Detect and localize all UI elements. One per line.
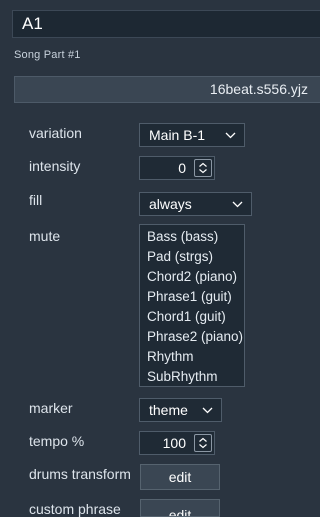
fill-label: fill — [29, 192, 43, 208]
chevron-down-icon — [231, 193, 243, 215]
mute-option[interactable]: Chord1 (guit) — [147, 307, 244, 327]
tempo-spinbox[interactable]: 100 — [139, 431, 215, 455]
mute-option[interactable]: Bass (bass) — [147, 227, 244, 247]
chevron-down-icon — [201, 399, 213, 421]
mute-option[interactable]: Rhythm — [147, 347, 244, 367]
custom-phrase-edit-button[interactable]: edit — [140, 499, 220, 517]
drums-transform-edit-button[interactable]: edit — [140, 464, 220, 490]
mute-option[interactable]: Pad (strgs) — [147, 247, 244, 267]
mute-option[interactable]: Chord2 (piano) — [147, 267, 244, 287]
marker-dropdown[interactable]: theme — [139, 398, 222, 422]
fill-value: always — [149, 196, 192, 212]
style-file-name: 16beat.s556.yjz — [209, 81, 308, 97]
updown-icon[interactable] — [194, 159, 212, 177]
mute-label: mute — [29, 228, 61, 244]
intensity-spinbox[interactable]: 0 — [139, 156, 215, 180]
style-file-field[interactable]: 16beat.s556.yjz — [14, 76, 320, 103]
song-part-title-bar: A1 — [12, 10, 320, 38]
variation-label: variation — [29, 125, 82, 141]
mute-listbox[interactable]: Bass (bass) Pad (strgs) Chord2 (piano) P… — [139, 224, 245, 387]
variation-dropdown[interactable]: Main B-1 — [139, 123, 245, 147]
marker-value: theme — [149, 402, 188, 418]
intensity-label: intensity — [29, 158, 81, 174]
chevron-down-icon — [224, 124, 236, 146]
custom-phrase-label: custom phrase — [29, 501, 121, 517]
mute-option[interactable]: Phrase2 (piano) — [147, 327, 244, 347]
mute-option[interactable]: SubRhythm — [147, 367, 244, 387]
updown-icon[interactable] — [194, 434, 212, 452]
drums-transform-label: drums transform — [29, 466, 131, 482]
song-part-subtitle: Song Part #1 — [14, 49, 81, 61]
marker-label: marker — [29, 400, 73, 416]
tempo-label: tempo % — [29, 433, 85, 449]
mute-option[interactable]: Phrase1 (guit) — [147, 287, 244, 307]
song-part-title: A1 — [22, 14, 43, 33]
intensity-value: 0 — [178, 160, 186, 176]
variation-value: Main B-1 — [149, 127, 206, 143]
fill-dropdown[interactable]: always — [139, 192, 252, 216]
tempo-value: 100 — [162, 435, 186, 451]
